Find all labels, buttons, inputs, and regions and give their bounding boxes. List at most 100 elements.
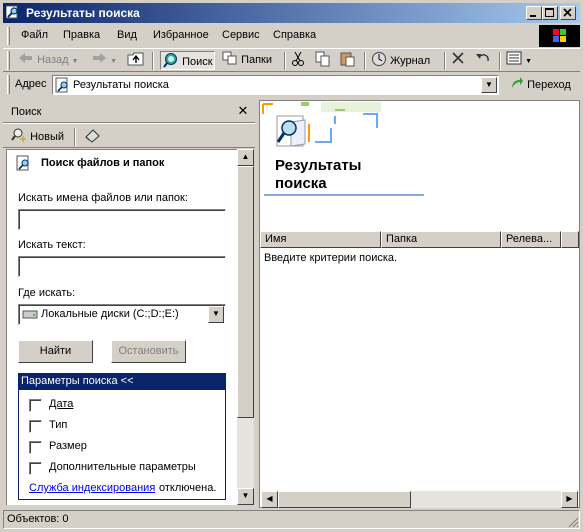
go-button[interactable]: Переход [510,76,571,95]
option-advanced-checkbox[interactable] [29,462,42,475]
copy-button[interactable] [315,51,331,70]
back-dropdown-icon: ▼ [71,58,79,65]
explorer-window: Результаты поиска Файл Правка Вид Избран… [0,0,583,532]
close-button[interactable] [560,6,576,20]
option-type-checkbox[interactable] [29,420,42,433]
text-label: Искать текст: [18,239,86,251]
menu-help[interactable]: Справка [273,29,316,41]
delete-icon [452,52,464,64]
column-folder-label: Папка [386,233,418,245]
forward-arrow-icon [93,53,106,63]
address-dropdown-button[interactable]: ▼ [481,77,497,93]
back-button[interactable]: Назад ▼ [18,51,79,70]
indexing-service-link[interactable]: Служба индексирования [29,482,155,494]
scroll-thumb[interactable] [237,166,254,418]
resize-grip-icon[interactable] [567,516,579,528]
new-search-label: Новый [30,131,65,143]
title-bar[interactable]: Результаты поиска [3,3,580,23]
folders-button[interactable]: Папки [222,51,272,70]
views-dropdown-icon: ▼ [525,58,532,65]
column-header-relevance[interactable]: Релева... [501,231,561,248]
forward-dropdown-icon: ▼ [110,58,117,65]
new-search-icon [11,128,26,142]
stop-button-label: Остановить [118,345,179,357]
forward-button[interactable]: ▼ [91,51,117,70]
back-label: Назад [37,54,69,66]
names-input[interactable] [18,209,226,230]
search-options-header[interactable]: Параметры поиска << [19,374,225,390]
search-options-panel: Параметры поиска << Дата Тип Размер Допо… [18,373,226,500]
where-label: Где искать: [18,287,76,299]
search-form-area: Поиск файлов и папок Искать имена файлов… [6,149,237,505]
scroll-up-button[interactable]: ▲ [237,149,254,166]
maximize-button[interactable] [542,6,558,20]
menu-view[interactable]: Вид [117,29,137,41]
menu-tools[interactable]: Сервис [222,29,260,41]
back-arrow-icon [19,53,32,63]
option-type-label[interactable]: Тип [49,419,67,431]
address-grip[interactable] [7,75,10,94]
toolbar-separator [364,52,366,70]
scroll-right-button[interactable]: ▶ [561,491,578,508]
option-size-checkbox[interactable] [29,441,42,454]
search-files-icon [16,155,29,171]
toolbar-separator [152,52,154,70]
menu-favorites[interactable]: Избранное [153,29,209,41]
address-input[interactable]: Результаты поиска ▼ [52,75,499,95]
menu-grip[interactable] [7,27,10,45]
toolbar-grip[interactable] [7,51,10,70]
history-button[interactable]: Журнал [371,51,430,70]
undo-button[interactable] [475,51,491,70]
views-icon [506,51,522,65]
scroll-down-button[interactable]: ▼ [237,488,254,505]
search-pane-close-button[interactable]: ✕ [236,104,250,118]
scissors-icon [292,51,304,66]
search-page-icon [55,77,68,93]
find-button[interactable]: Найти [18,340,93,363]
option-advanced-label[interactable]: Дополнительные параметры [49,461,196,473]
chevron-left-icon: ◀ [266,494,273,503]
paste-button[interactable] [340,51,356,70]
option-date-checkbox[interactable] [29,399,42,412]
text-input[interactable] [18,256,226,277]
where-dropdown-button[interactable]: ▼ [208,306,224,323]
search-pane-scrollbar[interactable]: ▲ ▼ [237,149,254,505]
menu-file[interactable]: Файл [21,29,48,41]
folders-label: Папки [241,54,272,66]
results-pane: Результаты поиска Имя Папка Релева... Вв… [259,100,580,508]
where-select[interactable]: Локальные диски (C:;D:;E:) ▼ [18,304,226,325]
results-title-line1: Результаты [275,157,362,174]
drive-icon [22,310,38,319]
stop-button[interactable]: Остановить [111,340,186,363]
option-date-label[interactable]: Дата [49,398,73,410]
toolbar-separator [499,52,501,70]
cut-button[interactable] [291,51,305,70]
menu-edit[interactable]: Правка [63,29,100,41]
names-label: Искать имена файлов или папок: [18,192,188,204]
search-results-banner-icon [262,102,381,147]
go-label: Переход [527,79,571,91]
windows-flag-icon [553,29,566,42]
search-assistant-button[interactable] [84,127,102,146]
column-header-name[interactable]: Имя [260,231,381,248]
up-button[interactable] [127,51,145,70]
new-search-button[interactable]: Новый [11,127,64,146]
column-header-folder[interactable]: Папка [381,231,501,248]
standard-toolbar: Назад ▼ ▼ Поиск Папки Журнал ▼ [3,48,580,72]
search-pane-title: Поиск [11,106,42,118]
history-label: Журнал [390,55,431,67]
delete-button[interactable] [451,51,465,70]
option-size-label[interactable]: Размер [49,440,87,452]
minimize-button[interactable] [526,6,542,20]
search-icon [163,53,177,68]
toolbar-separator [444,52,446,70]
horizontal-scroll-thumb[interactable] [278,491,411,508]
search-button[interactable]: Поиск [160,51,215,70]
results-horizontal-scrollbar[interactable]: ◀ ▶ [261,491,578,508]
status-text: Объектов: 0 [7,513,69,525]
address-value: Результаты поиска [73,79,169,91]
views-button[interactable]: ▼ [506,51,532,70]
chevron-right-icon: ▶ [566,494,573,503]
scroll-left-button[interactable]: ◀ [261,491,278,508]
chevron-up-icon: ▲ [241,152,250,161]
